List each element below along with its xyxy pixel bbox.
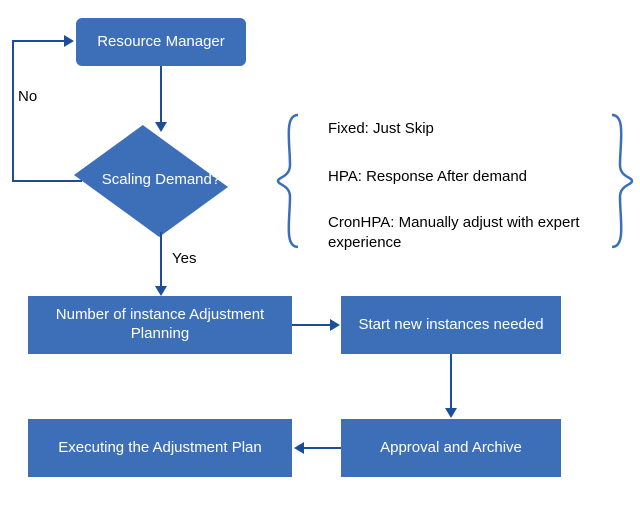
edge-planning-to-start xyxy=(292,324,332,326)
node-executing: Executing the Adjustment Plan xyxy=(28,419,292,477)
arrowhead-planning-to-start xyxy=(330,319,340,331)
annotation-fixed: Fixed: Just Skip xyxy=(328,118,434,139)
node-resource-manager: Resource Manager xyxy=(76,18,246,66)
flowchart-canvas: Resource Manager Scaling Demand? No Yes … xyxy=(0,0,640,524)
node-planning: Number of instance Adjustment Planning xyxy=(28,296,292,354)
arrowhead-no xyxy=(64,35,74,47)
arrowhead-start-to-approval xyxy=(445,408,457,418)
edge-no-seg2 xyxy=(12,40,14,182)
edge-yes-seg xyxy=(160,232,162,288)
node-resource-manager-label: Resource Manager xyxy=(97,33,225,52)
annotation-hpa: HPA: Response After demand xyxy=(328,166,527,187)
edge-label-yes: Yes xyxy=(172,250,196,267)
node-executing-label: Executing the Adjustment Plan xyxy=(58,439,261,458)
arrowhead-rm-to-scaling xyxy=(155,122,167,132)
node-approval-label: Approval and Archive xyxy=(380,439,522,458)
arrowhead-approval-to-exec xyxy=(294,442,304,454)
annotation-cron-l2: experience xyxy=(328,232,401,253)
brace-left-icon xyxy=(276,113,304,249)
node-start-instances: Start new instances needed xyxy=(341,296,561,354)
arrowhead-yes xyxy=(155,286,167,296)
brace-right-icon xyxy=(606,113,634,249)
annotation-cron-l1: CronHPA: Manually adjust with expert xyxy=(328,212,580,233)
node-planning-label: Number of instance Adjustment Planning xyxy=(36,306,284,344)
edge-no-seg1 xyxy=(12,180,82,182)
edge-rm-to-scaling xyxy=(160,66,162,124)
edge-label-no: No xyxy=(18,88,37,105)
edge-approval-to-exec xyxy=(303,447,341,449)
edge-start-to-approval xyxy=(450,354,452,410)
edge-no-seg3 xyxy=(12,40,66,42)
node-start-instances-label: Start new instances needed xyxy=(358,316,543,335)
node-approval: Approval and Archive xyxy=(341,419,561,477)
